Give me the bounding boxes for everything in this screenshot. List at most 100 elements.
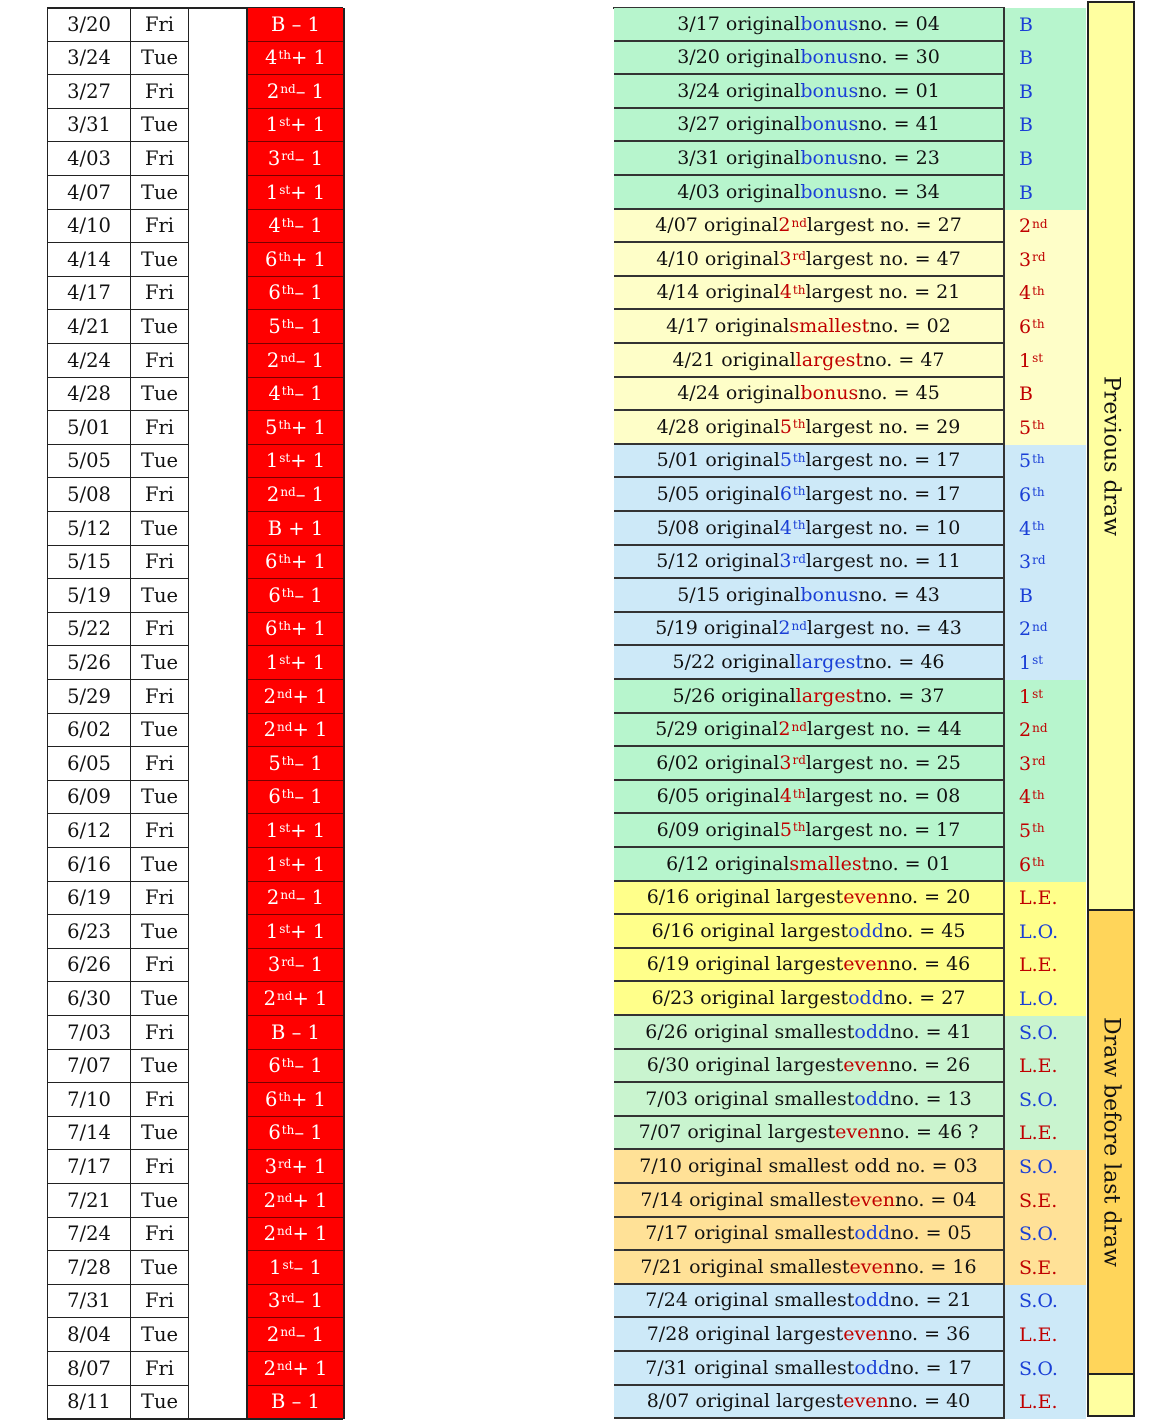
text-run: – 1 [294,1054,323,1078]
text-run: no. = 17 [890,1356,972,1379]
text-run: B – 1 [271,1020,320,1044]
text-run: 2 [266,1322,280,1346]
text-run: – 1 [294,314,323,338]
date-cell: 6/19 [47,882,131,915]
day-cell: Tue [131,445,189,478]
date-cell: 4/14 [47,243,131,277]
text-run: – 1 [294,382,323,406]
blank-cell [189,512,248,546]
text-run: no. = 34 [858,180,940,203]
text-run: largest no. = 17 [805,449,961,471]
blank-cell [189,75,248,109]
text-run: 4/07 original [655,214,779,236]
label-cell: 2nd [1005,613,1086,646]
text-run: 6 [268,1054,281,1078]
date-cell: 6/30 [47,982,131,1016]
text-run: no. = 45 [858,382,940,404]
description-cell: 8/07 original largest even no. = 40 [614,1386,1005,1419]
text-run: 5 [779,415,792,438]
text-run: bonus [800,46,859,68]
text-run: 4/14 original [656,281,780,303]
text-run: bonus [800,12,859,35]
day-cell: Fri [131,142,189,176]
text-run: 1 [265,449,279,473]
label-cell: S.E. [1005,1251,1086,1285]
text-run: 6 [268,785,281,809]
blank-cell [189,243,248,277]
text-run: 6/05 original [656,785,780,807]
date-cell: 5/26 [47,646,131,680]
text-run: L.E. [1019,1122,1058,1144]
blank-cell [189,646,248,680]
blank-cell [189,781,248,814]
description-cell: 7/10 original smallest odd no. = 03 [614,1150,1005,1184]
description-cell: 3/24 original bonus no. = 01 [614,75,1005,109]
date-cell: 6/09 [47,781,131,814]
text-run: 4 [268,214,281,238]
text-run: largest no. = 27 [806,214,962,236]
text-run: 6/23 original largest [651,986,849,1009]
blank-cell [189,142,248,176]
text-run: 3 [1019,752,1032,775]
label-cell: 4th [1005,512,1086,546]
text-run: smallest [789,852,870,875]
description-cell: 4/21 original largest no. = 47 [614,344,1005,378]
text-run: 1 [265,852,279,876]
date-cell: 7/17 [47,1150,131,1184]
text-run: bonus [800,180,859,203]
day-cell: Fri [131,1083,189,1117]
operation-cell: 3rd + 1 [248,1150,343,1184]
operation-cell: B – 1 [248,1016,343,1050]
day-cell: Tue [131,1184,189,1218]
gap-cell [343,411,614,445]
text-run: 5 [268,314,281,338]
text-run: 6 [779,482,792,505]
description-cell: 6/16 original largest even no. = 20 [614,882,1005,915]
text-run: 7/14 original smallest [640,1188,850,1211]
operation-cell: 1st + 1 [248,814,343,848]
blank-cell [189,982,248,1016]
text-run: + 1 [292,1222,328,1246]
description-cell: 5/01 original 5th largest no. = 17 [614,445,1005,478]
date-cell: 6/16 [47,848,131,882]
text-run: – 1 [293,1255,322,1279]
operation-cell: 3rd – 1 [248,949,343,982]
date-cell: 5/22 [47,613,131,646]
label-cell: 2nd [1005,210,1086,243]
text-run: even [849,1188,895,1211]
text-run: no. = 16 [895,1255,977,1278]
text-run: 5/12 original [656,550,780,572]
blank-cell [189,1251,248,1285]
description-cell: 7/03 original smallest odd no. = 13 [614,1083,1005,1117]
gap-cell [343,781,614,814]
operation-cell: 2nd – 1 [248,75,343,109]
day-cell: Fri [131,411,189,445]
text-run: no. = 05 [890,1222,972,1244]
text-run: largest no. = 17 [805,818,961,841]
text-run: 1 [1019,651,1032,674]
text-run: 3 [264,1154,278,1178]
text-run: B [1019,181,1033,204]
operation-cell: 2nd + 1 [248,982,343,1016]
label-cell: 5th [1005,445,1086,478]
text-run: largest [795,650,863,673]
blank-cell [189,1050,248,1083]
description-cell: 7/21 original smallest even no. = 16 [614,1251,1005,1285]
text-run: 3 [1019,248,1032,271]
day-cell: Fri [131,478,189,512]
text-run: + 1 [291,550,326,574]
text-run: even [843,953,889,975]
text-run: + 1 [290,818,326,842]
description-cell: 3/27 original bonus no. = 41 [614,109,1005,142]
label-cell: B [1005,8,1086,42]
text-run: odd [854,1222,891,1244]
text-run: 2 [263,718,277,742]
day-cell: Fri [131,546,189,579]
day-cell: Fri [131,613,189,646]
date-cell: 4/21 [47,310,131,344]
label-cell: B [1005,378,1086,411]
text-run: no. = 46 [888,953,971,975]
text-run: largest no. = 10 [805,516,961,539]
operation-cell: B + 1 [248,512,343,546]
gap-cell [343,1218,614,1251]
